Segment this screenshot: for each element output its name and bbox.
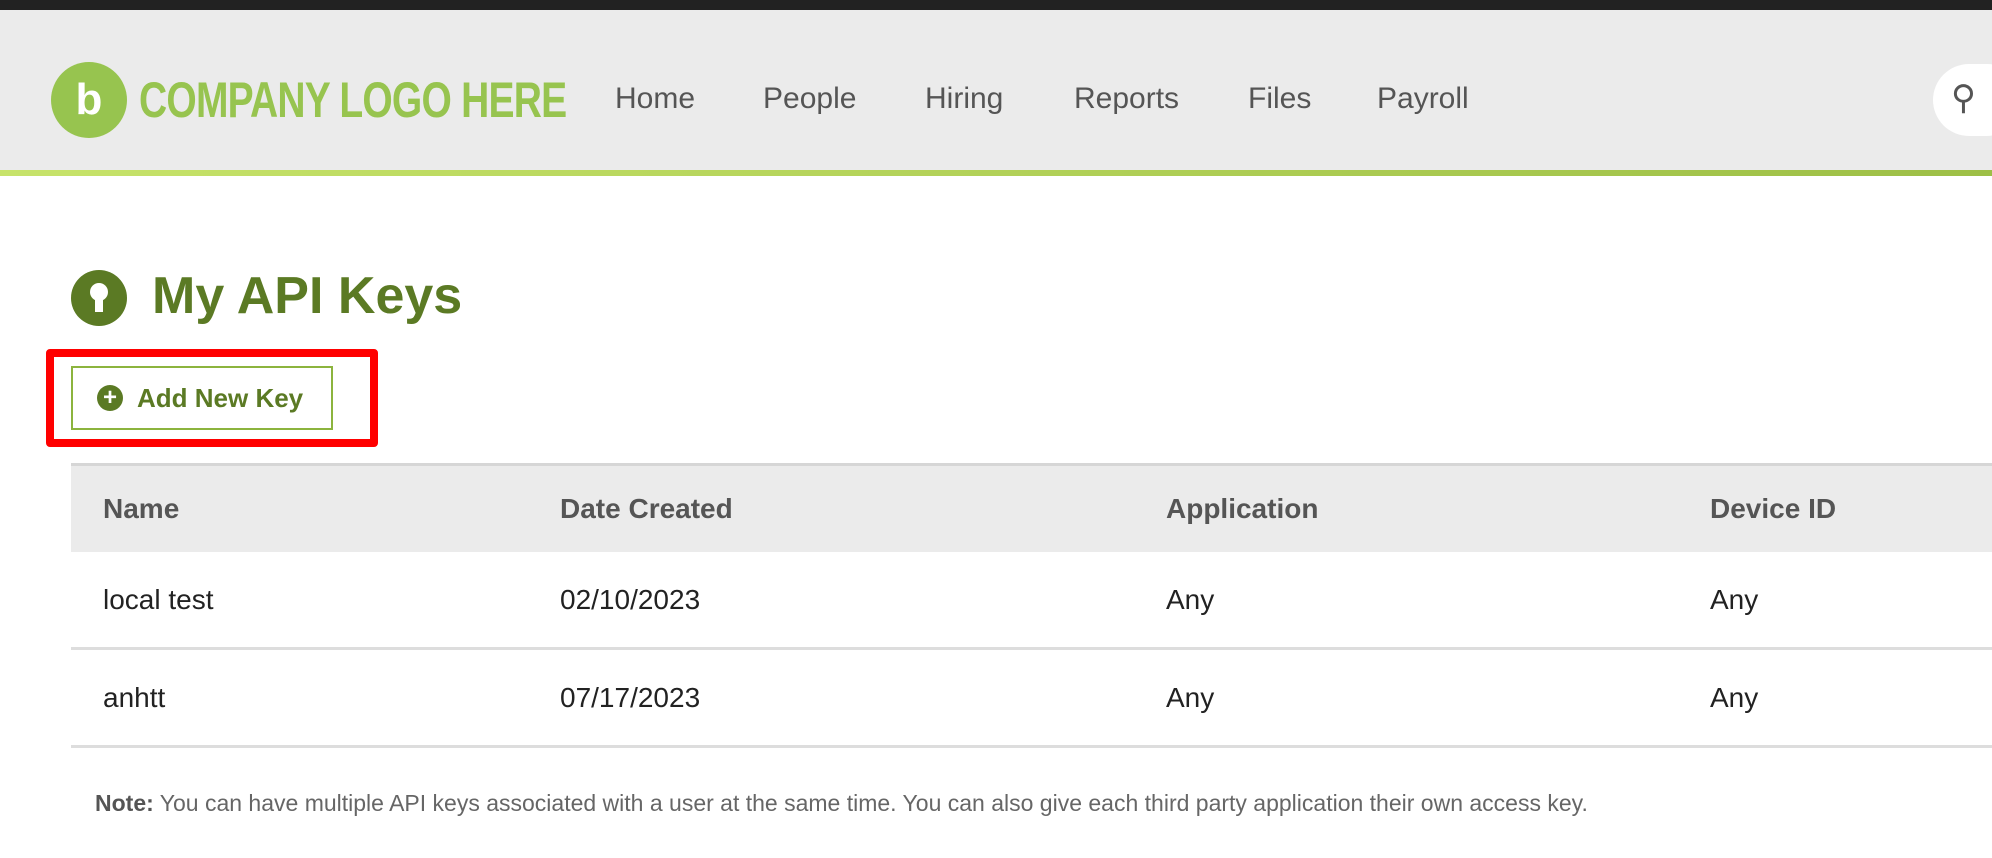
nav-reports[interactable]: Reports <box>1074 82 1179 116</box>
table-row[interactable]: local test 02/10/2023 Any Any <box>71 552 1992 650</box>
add-new-key-label: Add New Key <box>137 382 304 413</box>
api-keys-table: Name Date Created Application Device ID … <box>71 463 1992 748</box>
logo-icon: b <box>51 62 127 138</box>
cell-date-created: 02/10/2023 <box>560 583 701 615</box>
cell-application: Any <box>1166 583 1215 615</box>
column-header-device-id: Device ID <box>1710 493 1837 524</box>
column-header-name: Name <box>103 493 180 524</box>
cell-device-id: Any <box>1710 681 1759 713</box>
table-row[interactable]: anhtt 07/17/2023 Any Any <box>71 650 1992 748</box>
page-title: My API Keys <box>152 267 463 325</box>
header: b COMPANY LOGO HERE Home People Hiring R… <box>0 10 1992 170</box>
note-label: Note: <box>95 790 154 816</box>
search-icon: ⚲ <box>1951 79 1976 117</box>
search-button[interactable]: ⚲ <box>1933 64 1992 136</box>
nav-files[interactable]: Files <box>1248 82 1311 116</box>
logo-text: COMPANY LOGO HERE <box>139 72 567 128</box>
company-logo[interactable]: b COMPANY LOGO HERE <box>51 62 687 138</box>
note-body: You can have multiple API keys associate… <box>153 790 1588 816</box>
note-text: Note: You can have multiple API keys ass… <box>95 790 1588 817</box>
cell-name: local test <box>103 583 214 615</box>
cell-date-created: 07/17/2023 <box>560 681 701 713</box>
cell-device-id: Any <box>1710 583 1759 615</box>
nav-people[interactable]: People <box>763 82 856 116</box>
keyhole-icon <box>71 270 127 326</box>
nav-home[interactable]: Home <box>615 82 695 116</box>
cell-name: anhtt <box>103 681 166 713</box>
nav-payroll[interactable]: Payroll <box>1377 82 1469 116</box>
table-header: Name Date Created Application Device ID <box>71 463 1992 552</box>
add-new-key-button[interactable]: + Add New Key <box>71 366 333 430</box>
nav-hiring[interactable]: Hiring <box>925 82 1003 116</box>
window-top-bar <box>0 0 1992 10</box>
column-header-application: Application <box>1166 493 1319 524</box>
cell-application: Any <box>1166 681 1215 713</box>
column-header-date-created: Date Created <box>560 493 733 524</box>
plus-circle-icon: + <box>97 385 123 411</box>
header-accent-line <box>0 170 1992 176</box>
